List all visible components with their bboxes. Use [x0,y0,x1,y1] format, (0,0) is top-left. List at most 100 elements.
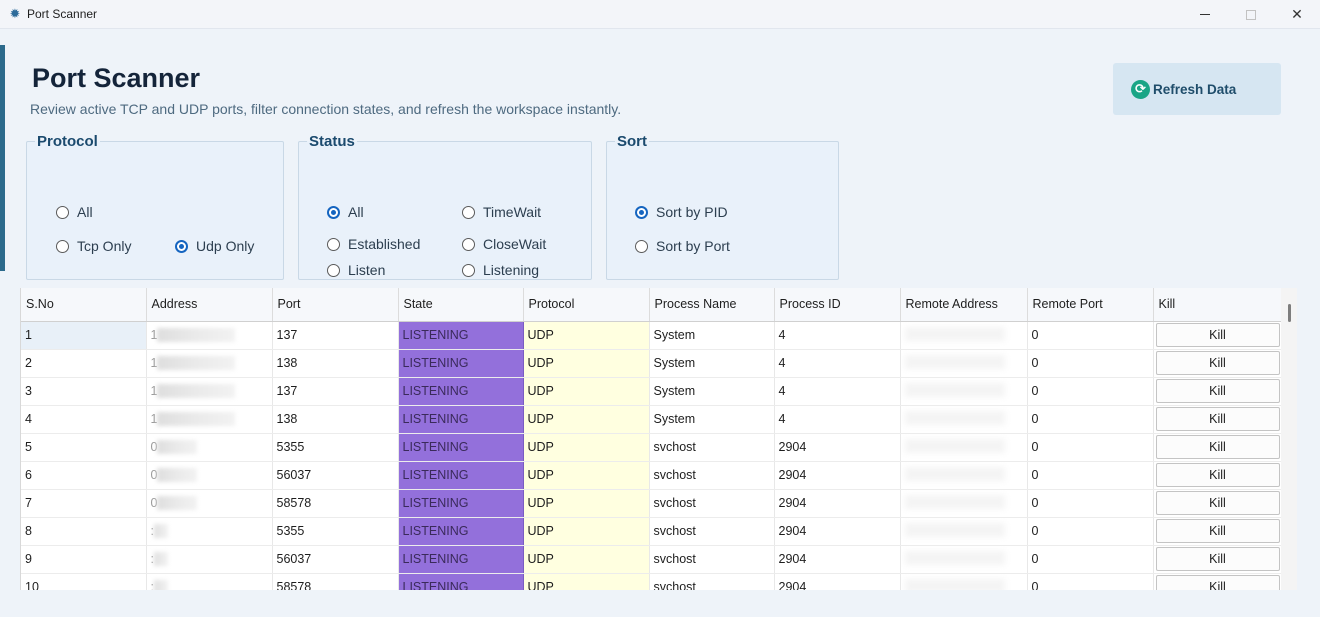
process-name-cell: svchost [649,573,775,590]
sno-cell: 7 [21,489,147,518]
refresh-data-button[interactable]: ⟳ Refresh Data [1113,63,1281,115]
minimize-button[interactable] [1182,0,1228,29]
address-cell: 1 [146,377,273,406]
remote-address-cell [900,517,1028,546]
protocol-all-radio[interactable]: All [56,204,93,220]
ports-table[interactable]: S.No Address Port State Protocol Process… [20,288,1297,590]
kill-cell: Kill [1153,517,1282,546]
sort-by-pid-radio[interactable]: Sort by PID [635,204,728,220]
redacted-blur [904,438,1005,453]
table-row[interactable]: 1 1 137 LISTENING UDP System 4 0 Kill [21,321,1282,350]
protocol-cell: UDP [523,349,650,378]
sno-cell: 8 [21,517,147,546]
kill-button[interactable]: Kill [1155,491,1280,515]
protocol-tcp-radio[interactable]: Tcp Only [56,238,131,254]
process-id-cell: 4 [774,349,901,378]
remote-address-cell [900,573,1028,590]
protocol-cell: UDP [523,545,650,574]
scrollbar-thumb[interactable] [1288,304,1291,322]
address-cell: 0 [146,461,273,490]
column-header[interactable]: Remote Address [900,288,1028,322]
column-header[interactable]: Process ID [774,288,901,322]
redacted-blur [904,522,1005,537]
table-row[interactable]: 10:58578 LISTENING UDP svchost 2904 0 Kill [21,573,1282,590]
radio-label: Sort by PID [656,204,728,220]
kill-button[interactable]: Kill [1155,351,1280,375]
status-closewait-radio[interactable]: CloseWait [462,236,546,252]
process-name-cell: svchost [649,517,775,546]
radio-checked-icon [175,239,188,253]
kill-button[interactable]: Kill [1155,379,1280,403]
table-row[interactable]: 5 0 5355 LISTENING UDP svchost 2904 0 Kill [21,433,1282,462]
radio-icon [462,205,475,219]
port-cell: 5355 [272,517,399,546]
table-row[interactable]: 9:56037 LISTENING UDP svchost 2904 0 Kill [21,545,1282,574]
kill-button[interactable]: Kill [1155,547,1280,571]
kill-cell: Kill [1153,573,1282,590]
table-row[interactable]: 8:5355 LISTENING UDP svchost 2904 0 Kill [21,517,1282,546]
page-title: Port Scanner [32,63,201,93]
port-cell: 138 [272,349,399,378]
close-button[interactable]: ✕ [1274,0,1320,29]
column-header[interactable]: S.No [21,288,147,322]
port-cell: 137 [272,321,399,350]
status-timewait-radio[interactable]: TimeWait [462,204,541,220]
status-listening-radio[interactable]: Listening [462,262,539,278]
redacted-blur [153,524,168,539]
process-id-cell: 4 [774,405,901,434]
protocol-cell: UDP [523,433,650,462]
column-header[interactable]: Kill [1153,288,1282,322]
radio-label: Udp Only [196,238,255,254]
process-id-cell: 4 [774,377,901,406]
sort-by-port-radio[interactable]: Sort by Port [635,238,730,254]
sno-cell: 1 [21,321,147,350]
protocol-cell: UDP [523,405,650,434]
column-header[interactable]: Remote Port [1027,288,1154,322]
protocol-udp-radio[interactable]: Udp Only [175,238,254,254]
sno-cell: 4 [21,405,147,434]
status-listen-radio[interactable]: Listen [327,262,385,278]
table-row[interactable]: 6 0 56037 LISTENING UDP svchost 2904 0 Kill [21,461,1282,490]
address-text: 1 [150,411,158,426]
status-all-radio[interactable]: All [327,204,364,220]
address-cell: 1 [146,349,273,378]
table-scrollbar[interactable] [1281,288,1297,590]
kill-button[interactable]: Kill [1155,575,1280,590]
state-cell: LISTENING [398,321,524,350]
address-cell: : [146,517,273,546]
table-row[interactable]: 3 1 137 LISTENING UDP System 4 0 Kill [21,377,1282,406]
state-cell: LISTENING [398,349,524,378]
table-row[interactable]: 4 1 138 LISTENING UDP System 4 0 Kill [21,405,1282,434]
redacted-blur [153,552,168,567]
remote-address-cell [900,377,1028,406]
state-cell: LISTENING [398,377,524,406]
redacted-blur [904,410,1005,425]
status-established-radio[interactable]: Established [327,236,420,252]
remote-address-cell [900,433,1028,462]
table-row[interactable]: 2 1 138 LISTENING UDP System 4 0 Kill [21,349,1282,378]
kill-button[interactable]: Kill [1155,519,1280,543]
column-header[interactable]: Address [146,288,273,322]
column-header[interactable]: Process Name [649,288,775,322]
page-subtitle: Review active TCP and UDP ports, filter … [30,101,622,117]
window-title: Port Scanner [27,7,98,21]
process-id-cell: 2904 [774,433,901,462]
kill-button[interactable]: Kill [1155,323,1280,347]
address-cell: 1 [146,405,273,434]
address-cell: 0 [146,489,273,518]
remote-port-cell: 0 [1027,517,1154,546]
kill-button[interactable]: Kill [1155,435,1280,459]
maximize-button[interactable] [1228,0,1274,29]
table-row[interactable]: 7 0 58578 LISTENING UDP svchost 2904 0 Kill [21,489,1282,518]
radio-icon [56,205,69,219]
remote-address-cell [900,349,1028,378]
column-header[interactable]: State [398,288,524,322]
kill-cell: Kill [1153,433,1282,462]
column-header[interactable]: Port [272,288,399,322]
kill-button[interactable]: Kill [1155,463,1280,487]
kill-button[interactable]: Kill [1155,407,1280,431]
redacted-blur [904,550,1005,565]
protocol-cell: UDP [523,377,650,406]
radio-checked-icon [327,205,340,219]
column-header[interactable]: Protocol [523,288,650,322]
